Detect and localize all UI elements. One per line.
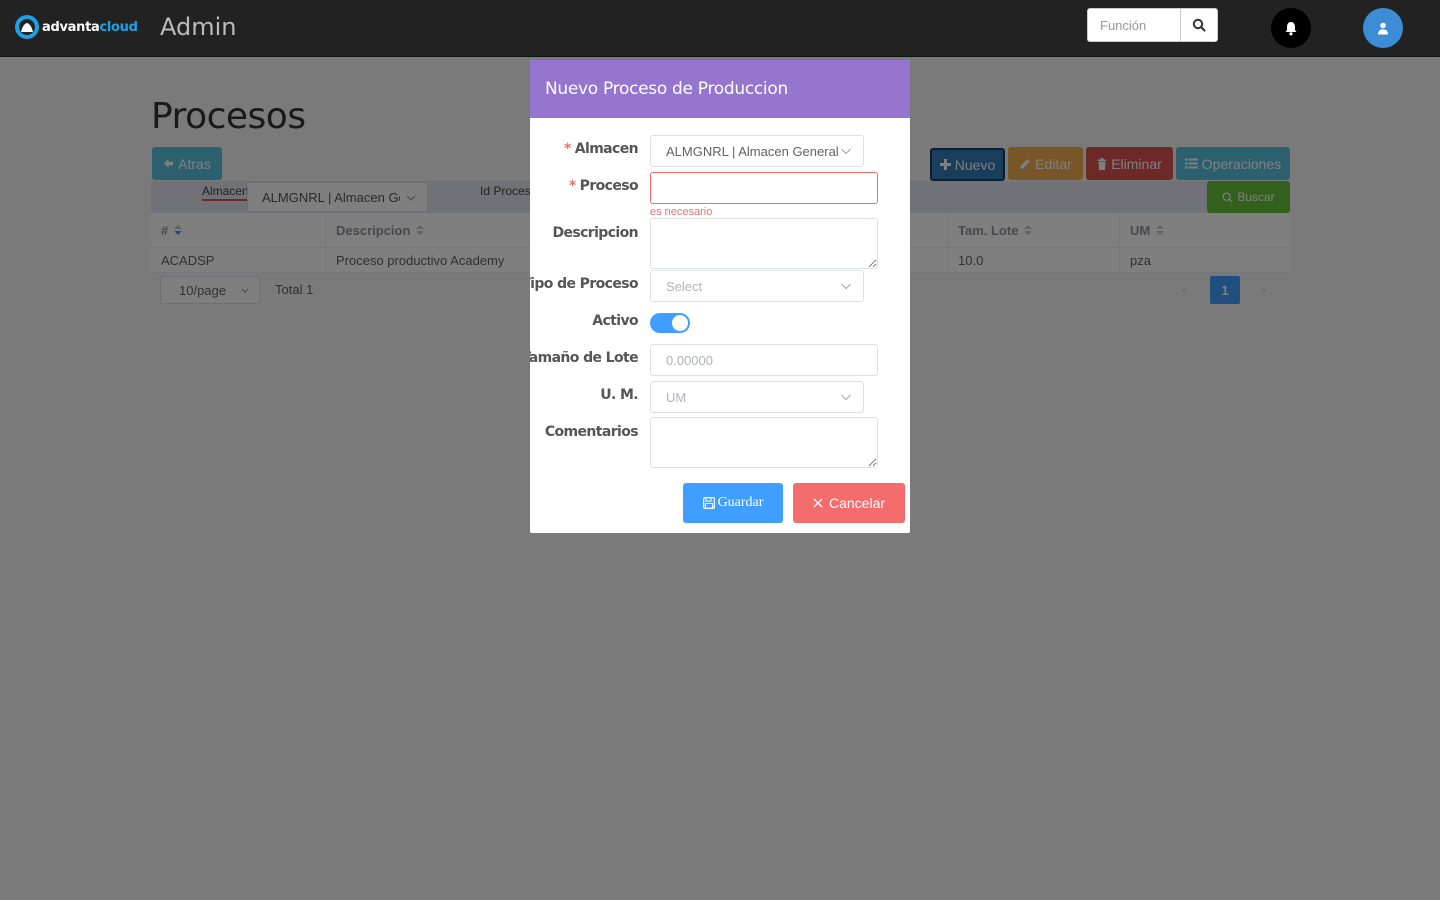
- tipo-proceso-placeholder: Select: [666, 278, 703, 294]
- save-button[interactable]: Guardar: [683, 483, 783, 523]
- save-icon: [702, 497, 715, 509]
- um-placeholder: UM: [666, 389, 687, 405]
- chevron-down-icon: [841, 283, 851, 290]
- um-select[interactable]: UM: [650, 381, 864, 413]
- new-process-dialog: Nuevo Proceso de Produccion * Almacen ALM…: [530, 60, 910, 533]
- function-search-input[interactable]: [1087, 8, 1180, 42]
- top-navbar: advantacloud Admin: [0, 0, 1440, 57]
- almacen-select[interactable]: ALMGNRL | Almacen General: [650, 135, 864, 167]
- app-title: Admin: [160, 13, 237, 41]
- logo-text: advantacloud: [42, 19, 138, 35]
- dialog-title: Nuevo Proceso de Produccion: [545, 79, 788, 99]
- descripcion-textarea[interactable]: [650, 218, 878, 269]
- toggle-knob: [672, 315, 688, 331]
- dialog-header: Nuevo Proceso de Produccion: [530, 60, 910, 118]
- tipo-proceso-label: Tipo de Proceso: [530, 276, 639, 292]
- um-label: U. M.: [600, 387, 638, 403]
- tipo-proceso-select[interactable]: Select: [650, 270, 864, 302]
- proceso-label: * Proceso: [568, 178, 639, 194]
- notifications-button[interactable]: [1271, 8, 1311, 48]
- proceso-error-message: es necesario: [650, 206, 713, 218]
- search-button[interactable]: [1180, 8, 1218, 42]
- chevron-down-icon: [841, 148, 851, 155]
- tamano-lote-input[interactable]: [650, 344, 878, 376]
- almacen-select-value: ALMGNRL | Almacen General: [666, 143, 839, 159]
- save-button-label: Guardar: [717, 495, 764, 510]
- user-menu-button[interactable]: [1363, 8, 1403, 48]
- user-icon: [1378, 22, 1388, 34]
- close-icon: [813, 498, 823, 508]
- comentarios-label: Comentarios: [544, 424, 639, 440]
- search-icon: [1192, 18, 1206, 32]
- function-search: [1087, 8, 1218, 42]
- activo-label: Activo: [592, 313, 638, 329]
- almacen-label: * Almacen: [564, 141, 639, 157]
- bell-icon: [1285, 21, 1297, 35]
- cloud-logo-icon: [15, 15, 39, 39]
- chevron-down-icon: [841, 394, 851, 401]
- cancel-button[interactable]: Cancelar: [793, 483, 905, 523]
- activo-toggle[interactable]: [650, 313, 690, 333]
- logo[interactable]: advantacloud: [14, 14, 138, 40]
- cancel-button-label: Cancelar: [828, 495, 886, 511]
- descripcion-label: Descripcion: [552, 225, 638, 241]
- tamano-lote-label: Tamaño de Lote: [530, 350, 639, 366]
- proceso-input[interactable]: [650, 172, 878, 204]
- comentarios-textarea[interactable]: [650, 417, 878, 468]
